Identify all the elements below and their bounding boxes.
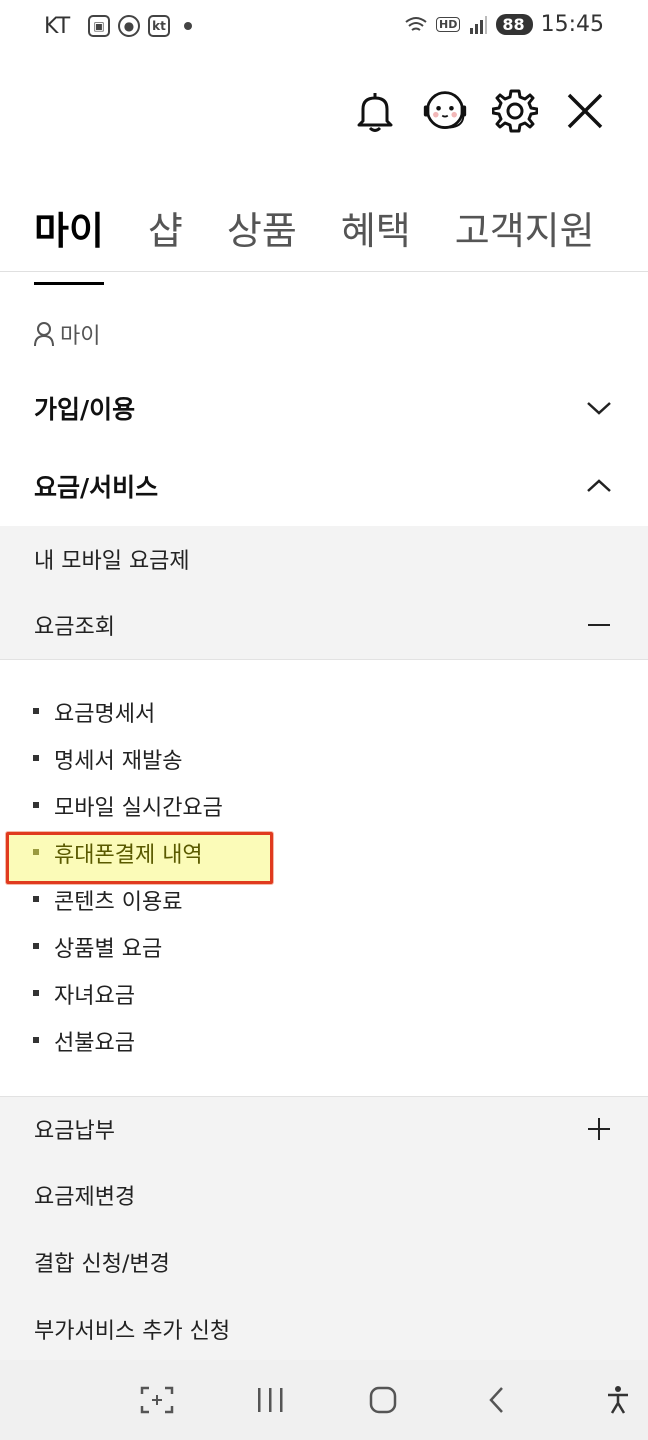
section-join[interactable]: 가입/이용	[0, 388, 648, 428]
person-icon	[34, 322, 54, 347]
kt-app-icon: kt	[148, 15, 170, 37]
home-icon[interactable]	[363, 1382, 403, 1418]
menu-addon[interactable]: 부가서비스 추가 신청	[0, 1310, 648, 1348]
menu-inquiry-label: 요금조회	[34, 615, 115, 640]
list-item[interactable]: 자녀요금	[0, 970, 648, 1017]
menu-plan-change-label: 요금제변경	[34, 1185, 136, 1210]
menu-payment-label: 요금납부	[34, 1119, 115, 1144]
list-item-label: 요금명세서	[54, 701, 156, 727]
tab-benefits[interactable]: 혜택	[341, 200, 411, 285]
status-left-icons: ▣ ● kt	[88, 15, 192, 37]
chevron-down-icon	[587, 402, 611, 415]
list-item-label: 명세서 재발송	[54, 748, 183, 774]
list-item-label: 휴대폰결제 내역	[54, 842, 203, 868]
menu-bundle-label: 결합 신청/변경	[34, 1252, 170, 1277]
status-right: HD 88 15:45	[404, 12, 604, 37]
signal-icon	[470, 15, 488, 34]
bullet-icon	[33, 1037, 39, 1043]
close-icon[interactable]	[562, 88, 608, 134]
back-icon[interactable]	[476, 1382, 516, 1418]
list-item-label: 콘텐츠 이용료	[54, 889, 183, 915]
menu-inquiry[interactable]: 요금조회	[0, 606, 648, 644]
minus-icon	[588, 624, 610, 626]
section-join-label: 가입/이용	[34, 395, 136, 424]
list-item-label: 상품별 요금	[54, 936, 163, 962]
hd-badge: HD	[435, 17, 461, 32]
list-item[interactable]: 요금명세서	[0, 688, 648, 735]
menu-my-plan-label: 내 모바일 요금제	[34, 549, 190, 574]
breadcrumb: 마이	[34, 318, 100, 350]
chevron-up-icon	[587, 479, 611, 492]
inquiry-list: 요금명세서 명세서 재발송 모바일 실시간요금 휴대폰결제 내역 콘텐츠 이용료…	[0, 688, 648, 1064]
wifi-icon	[405, 16, 427, 31]
list-item[interactable]: 명세서 재발송	[0, 735, 648, 782]
menu-my-plan[interactable]: 내 모바일 요금제	[0, 540, 648, 578]
bullet-icon	[33, 896, 39, 902]
list-item[interactable]: 상품별 요금	[0, 923, 648, 970]
bullet-icon	[33, 755, 39, 761]
section-billing[interactable]: 요금/서비스	[0, 466, 648, 506]
screenshot-icon: ▣	[88, 15, 110, 37]
tab-my[interactable]: 마이	[34, 200, 104, 285]
bullet-icon	[33, 990, 39, 996]
status-bar: KT ▣ ● kt HD 88 15:45	[0, 0, 648, 56]
recent-apps-icon[interactable]	[250, 1382, 290, 1418]
list-item-highlighted[interactable]: 휴대폰결제 내역	[0, 829, 648, 884]
section-billing-label: 요금/서비스	[34, 473, 159, 502]
tab-support[interactable]: 고객지원	[455, 200, 595, 285]
list-item[interactable]: 콘텐츠 이용료	[0, 876, 648, 923]
chatbot-icon[interactable]	[422, 88, 468, 134]
carrier-label: KT	[44, 14, 71, 39]
breadcrumb-label: 마이	[60, 324, 101, 349]
menu-addon-label: 부가서비스 추가 신청	[34, 1319, 231, 1344]
menu-plan-change[interactable]: 요금제변경	[0, 1176, 648, 1214]
bell-icon[interactable]	[352, 88, 398, 134]
bullet-icon	[33, 849, 39, 855]
menu-payment[interactable]: 요금납부	[0, 1110, 648, 1148]
header-actions	[352, 88, 608, 134]
pill-icon: ●	[118, 15, 140, 37]
accessibility-icon[interactable]	[598, 1382, 638, 1418]
tab-shop[interactable]: 샵	[148, 200, 183, 285]
battery-indicator: 88	[496, 14, 533, 35]
tab-products[interactable]: 상품	[227, 200, 297, 285]
system-nav-bar	[0, 1360, 648, 1440]
bullet-icon	[33, 943, 39, 949]
gear-icon[interactable]	[492, 88, 538, 134]
main-tabs: 마이 샵 상품 혜택 고객지원	[34, 200, 595, 285]
list-item-label: 자녀요금	[54, 983, 135, 1009]
notification-dot-icon	[184, 22, 192, 30]
list-item[interactable]: 모바일 실시간요금	[0, 782, 648, 829]
plus-icon	[588, 1118, 610, 1140]
list-item-label: 선불요금	[54, 1030, 135, 1056]
bullet-icon	[33, 802, 39, 808]
menu-bundle[interactable]: 결합 신청/변경	[0, 1243, 648, 1281]
list-item[interactable]: 선불요금	[0, 1017, 648, 1064]
bullet-icon	[33, 708, 39, 714]
list-item-label: 모바일 실시간요금	[54, 795, 223, 821]
capture-icon[interactable]	[137, 1382, 177, 1418]
clock: 15:45	[540, 12, 604, 37]
tab-divider	[0, 271, 648, 272]
